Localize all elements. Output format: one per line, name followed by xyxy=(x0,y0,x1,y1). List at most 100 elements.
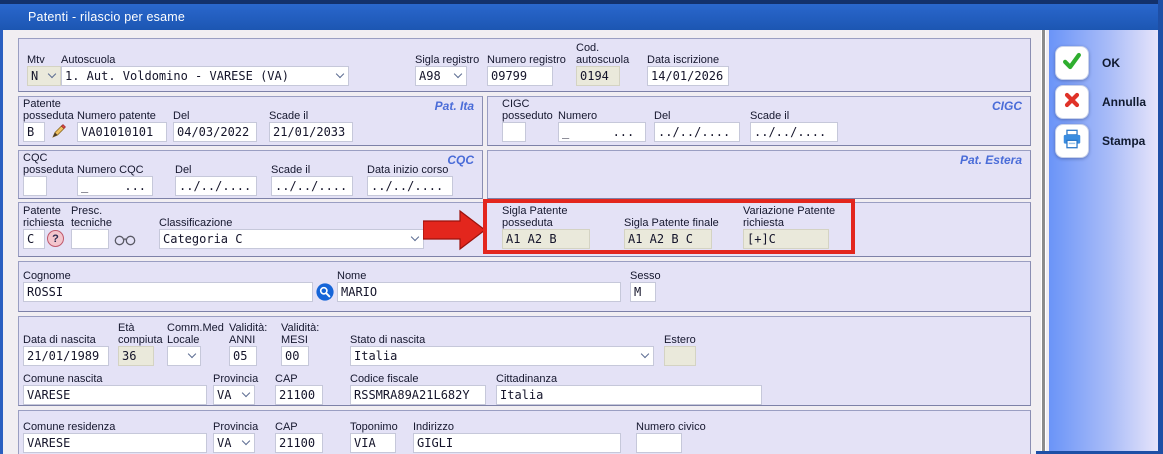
provincia-nascita-dropdown[interactable]: VA xyxy=(213,385,255,405)
numero-patente-label: Numero patente xyxy=(77,110,167,122)
stato-nascita-dropdown[interactable]: Italia xyxy=(350,346,654,366)
cittadinanza-input[interactable]: Italia xyxy=(496,385,762,405)
cigc-del-field: Del ../../.... xyxy=(654,110,740,142)
pat-ita-section-label: Pat. Ita xyxy=(435,99,474,113)
toponimo-input[interactable]: VIA xyxy=(350,433,396,453)
mtv-label: Mtv xyxy=(27,54,61,66)
sigla-registro-dropdown[interactable]: A98 xyxy=(415,66,467,86)
numero-registro-input[interactable]: 09799 xyxy=(487,66,553,86)
comm-med-label: Comm.Med Locale xyxy=(167,322,229,346)
toponimo-label: Toponimo xyxy=(350,421,398,433)
indirizzo-input[interactable]: GIGLI xyxy=(413,433,621,453)
chevron-down-icon xyxy=(242,437,250,445)
splitter-divider[interactable] xyxy=(1041,30,1046,454)
cqc-inizio-corso-label: Data inizio corso xyxy=(367,164,453,176)
ok-button-label: OK xyxy=(1102,56,1120,70)
codice-fiscale-input[interactable]: RSSMRA89A21L682Y xyxy=(350,385,486,405)
comune-residenza-input[interactable]: VARESE xyxy=(23,433,207,453)
pat-estera-section-label: Pat. Estera xyxy=(960,153,1022,167)
numero-civico-input[interactable] xyxy=(636,433,682,453)
presc-tecniche-input[interactable] xyxy=(71,229,109,249)
comune-nascita-label: Comune nascita xyxy=(23,373,207,385)
cigc-scade-field: Scade il ../../.... xyxy=(750,110,838,142)
provincia-residenza-dropdown[interactable]: VA xyxy=(213,433,255,453)
numero-patente-input[interactable]: VA01010101 xyxy=(77,122,167,142)
cigc-scade-input[interactable]: ../../.... xyxy=(750,122,838,142)
cqc-scade-field: Scade il ../../.... xyxy=(271,164,353,196)
annulla-button-label: Annulla xyxy=(1102,95,1146,109)
patente-richiesta-input[interactable]: C xyxy=(23,229,45,249)
sigla-registro-label: Sigla registro xyxy=(415,54,479,66)
help-icon[interactable]: ? xyxy=(47,230,64,247)
cqc-numero-label: Numero CQC xyxy=(77,164,153,176)
ok-button[interactable] xyxy=(1055,46,1089,80)
cigc-numero-field: Numero _ ... xyxy=(558,110,646,142)
variazione-field: Variazione Patente richiesta [+]C xyxy=(743,205,845,249)
patente-posseduta-input[interactable]: B xyxy=(23,122,45,142)
comune-residenza-label: Comune residenza xyxy=(23,421,207,433)
provincia-residenza-value: VA xyxy=(217,436,231,450)
indirizzo-label: Indirizzo xyxy=(413,421,621,433)
cap-residenza-field: CAP 21100 xyxy=(275,421,323,453)
mtv-dropdown[interactable]: N xyxy=(27,66,61,86)
cognome-label: Cognome xyxy=(23,270,313,282)
cod-autoscuola-label: Cod. autoscuola xyxy=(576,42,638,66)
cap-nascita-input[interactable]: 21100 xyxy=(275,385,323,405)
validita-anni-input[interactable]: 05 xyxy=(229,346,257,366)
stampa-button[interactable] xyxy=(1055,124,1089,158)
cap-residenza-input[interactable]: 21100 xyxy=(275,433,323,453)
ok-button-row: OK xyxy=(1055,46,1120,80)
person-panel: Cognome ROSSI Nome MARIO Sesso M xyxy=(18,261,1031,312)
comm-med-dropdown[interactable] xyxy=(167,346,201,366)
glasses-icon[interactable] xyxy=(114,234,136,246)
cqc-scade-input[interactable]: ../../.... xyxy=(271,176,353,196)
sigla-posseduta-label: Sigla Patente posseduta xyxy=(502,205,586,229)
cqc-del-field: Del ../../.... xyxy=(175,164,257,196)
validita-mesi-label: Validità: MESI xyxy=(281,322,331,346)
pat-ita-del-input[interactable]: 04/03/2022 xyxy=(173,122,257,142)
cigc-posseduto-input[interactable] xyxy=(502,122,526,142)
edit-pencil-icon[interactable] xyxy=(51,123,67,139)
pat-ita-scade-input[interactable]: 21/01/2033 xyxy=(269,122,353,142)
validita-anni-label: Validità: ANNI xyxy=(229,322,279,346)
comm-med-field: Comm.Med Locale xyxy=(167,322,229,366)
data-nascita-field: Data di nascita 21/01/1989 xyxy=(23,334,109,366)
data-iscrizione-field: Data iscrizione 14/01/2026 xyxy=(647,54,729,86)
cqc-posseduta-input[interactable] xyxy=(23,176,47,196)
comune-residenza-field: Comune residenza VARESE xyxy=(23,421,207,453)
cqc-inizio-corso-field: Data inizio corso ../../.... xyxy=(367,164,453,196)
header-panel: Mtv N Autoscuola 1. Aut. Voldomino - VAR… xyxy=(18,38,1031,92)
data-iscrizione-input[interactable]: 14/01/2026 xyxy=(647,66,729,86)
classificazione-dropdown[interactable]: Categoria C xyxy=(159,229,424,249)
comune-nascita-input[interactable]: VARESE xyxy=(23,385,207,405)
titlebar: Patenti - rilascio per esame xyxy=(0,0,1163,30)
cognome-input[interactable]: ROSSI xyxy=(23,282,313,302)
provincia-residenza-label: Provincia xyxy=(213,421,258,433)
pat-ita-del-label: Del xyxy=(173,110,257,122)
autoscuola-dropdown[interactable]: 1. Aut. Voldomino - VARESE (VA) xyxy=(61,66,349,86)
search-icon[interactable] xyxy=(316,283,334,301)
validita-anni-field: Validità: ANNI 05 xyxy=(229,322,279,366)
cigc-del-input[interactable]: ../../.... xyxy=(654,122,740,142)
cod-autoscuola-field: Cod. autoscuola 0194 xyxy=(576,42,638,86)
nome-label: Nome xyxy=(337,270,621,282)
data-nascita-label: Data di nascita xyxy=(23,334,109,346)
chevron-down-icon xyxy=(188,350,196,358)
residence-panel: Comune residenza VARESE Provincia VA CAP… xyxy=(18,410,1031,454)
cqc-numero-input[interactable]: _ ... xyxy=(77,176,153,196)
sesso-input[interactable]: M xyxy=(630,282,656,302)
cigc-numero-input[interactable]: _ ... xyxy=(558,122,646,142)
data-nascita-input[interactable]: 21/01/1989 xyxy=(23,346,109,366)
nome-input[interactable]: MARIO xyxy=(337,282,621,302)
cqc-inizio-corso-input[interactable]: ../../.... xyxy=(367,176,453,196)
cigc-numero-label: Numero xyxy=(558,110,646,122)
data-iscrizione-label: Data iscrizione xyxy=(647,54,729,66)
annulla-button[interactable] xyxy=(1055,85,1089,119)
validita-mesi-input[interactable]: 00 xyxy=(281,346,309,366)
cqc-numero-field: Numero CQC _ ... xyxy=(77,164,153,196)
sesso-field: Sesso M xyxy=(630,270,661,302)
eta-compiuta-field: Età compiuta 36 xyxy=(118,322,172,366)
cqc-del-input[interactable]: ../../.... xyxy=(175,176,257,196)
variazione-label: Variazione Patente richiesta xyxy=(743,205,845,229)
window-right-border xyxy=(1158,0,1163,454)
